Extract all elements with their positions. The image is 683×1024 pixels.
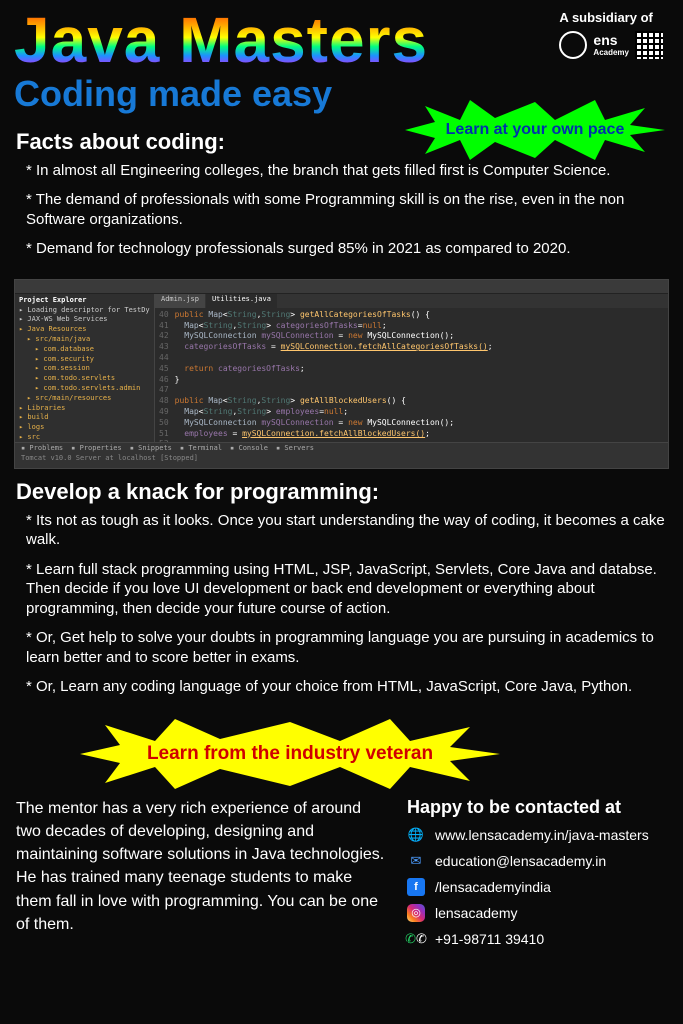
- explorer-item: ▸ logs: [19, 423, 150, 433]
- explorer-item: ▸ Java Resources: [19, 325, 150, 335]
- mail-icon: ✉: [407, 852, 425, 870]
- panel-tab: ▪ Console: [230, 444, 268, 452]
- editor-tab: Utilities.java: [206, 294, 277, 308]
- code-content: public Map<String,String> getAllCategori…: [175, 310, 493, 442]
- contact-heading: Happy to be contacted at: [407, 797, 667, 818]
- explorer-item: ▸ JAX-WS Web Services: [19, 315, 150, 325]
- develop-bullet: * Or, Learn any coding language of your …: [16, 677, 667, 697]
- explorer-item: ▸ Loading descriptor for TestDynaWebProj…: [19, 306, 150, 316]
- panel-tab: ▪ Servers: [276, 444, 314, 452]
- develop-bullet: * Learn full stack programming using HTM…: [16, 560, 667, 619]
- ide-screenshot: Project Explorer ▸ Loading descriptor fo…: [14, 279, 669, 469]
- contact-row: ✉ education@lensacademy.in: [407, 852, 667, 870]
- explorer-item: ▸ com.todo.servlets.admin: [19, 384, 150, 394]
- yellow-burst-text: Learn from the industry veteran: [147, 743, 433, 765]
- globe-icon: 🌐: [407, 826, 425, 844]
- contact-text: +91-98711 39410: [435, 931, 544, 947]
- qr-code-icon: [635, 31, 663, 59]
- contact-row: f/lensacademyindia: [407, 878, 667, 896]
- develop-section: Develop a knack for programming: * Its n…: [0, 473, 683, 713]
- contact-row: ✆ ✆ +91-98711 39410: [407, 930, 667, 948]
- explorer-item: ▸ com.security: [19, 355, 150, 365]
- fact-bullet: * In almost all Engineering colleges, th…: [16, 161, 667, 181]
- contact-block: Happy to be contacted at 🌐 www.lensacadem…: [407, 797, 667, 956]
- lens-logo-icon: [559, 31, 587, 59]
- fact-bullet: * Demand for technology professionals su…: [16, 239, 667, 259]
- mentor-text: The mentor has a very rich experience of…: [16, 797, 389, 956]
- explorer-item: ▸ build: [19, 413, 150, 423]
- editor-tab: Admin.jsp: [155, 294, 205, 308]
- lens-brand: ens Academy: [593, 33, 629, 57]
- explorer-item: ▸ src/main/resources: [19, 394, 150, 404]
- contact-text: /lensacademyindia: [435, 879, 551, 895]
- phone-icon: ✆ ✆: [407, 930, 425, 948]
- explorer-item: ▸ Libraries: [19, 404, 150, 414]
- contact-text: education@lensacademy.in: [435, 853, 606, 869]
- contact-text: lensacademy: [435, 905, 518, 921]
- project-explorer: Project Explorer ▸ Loading descriptor fo…: [15, 294, 155, 442]
- panel-tab: ▪ Problems: [21, 444, 63, 452]
- panel-tab: ▪ Snippets: [130, 444, 172, 452]
- yellow-starburst: Learn from the industry veteran: [80, 719, 500, 789]
- explorer-item: ▸ com.database: [19, 345, 150, 355]
- explorer-item: ▸ com.session: [19, 364, 150, 374]
- panel-tab: ▪ Properties: [71, 444, 122, 452]
- contact-row: 🌐 www.lensacademy.in/java-masters: [407, 826, 667, 844]
- explorer-item: ▸ src/main/java: [19, 335, 150, 345]
- subsidiary-label: A subsidiary of: [559, 10, 663, 25]
- explorer-item: ▸ src: [19, 433, 150, 442]
- develop-bullet: * Or, Get help to solve your doubts in p…: [16, 628, 667, 667]
- contact-text: www.lensacademy.in/java-masters: [435, 827, 649, 843]
- develop-heading: Develop a knack for programming:: [16, 479, 667, 505]
- fact-bullet: * The demand of professionals with some …: [16, 190, 667, 229]
- contact-row: ◎ lensacademy: [407, 904, 667, 922]
- panel-tab: ▪ Terminal: [180, 444, 222, 452]
- explorer-item: ▸ com.todo.servlets: [19, 374, 150, 384]
- editor-tabs: Admin.jspUtilities.java: [155, 294, 668, 308]
- fb-icon: f: [407, 878, 425, 896]
- ig-icon: ◎: [407, 904, 425, 922]
- develop-bullet: * Its not as tough as it looks. Once you…: [16, 511, 667, 550]
- green-burst-text: Learn at your own pace: [446, 121, 625, 139]
- green-starburst: Learn at your own pace: [405, 100, 665, 160]
- server-status: Tomcat v10.0 Server at localhost [Stoppe…: [15, 453, 668, 463]
- subsidiary-block: A subsidiary of ens Academy: [559, 10, 663, 59]
